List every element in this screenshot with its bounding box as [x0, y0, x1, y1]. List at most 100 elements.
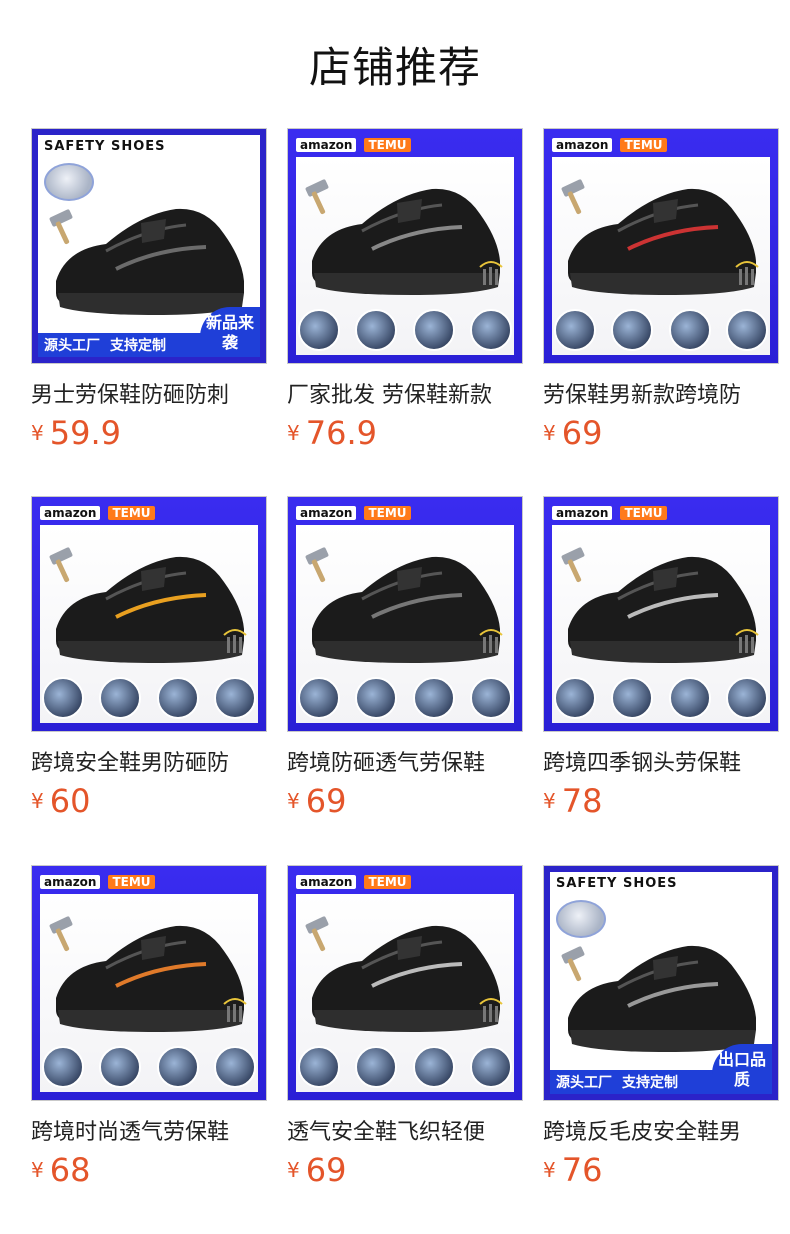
feature-circle — [355, 309, 398, 351]
factory-label: 源头工厂 — [556, 1075, 612, 1091]
brand-bar: amazon TEMU — [296, 503, 514, 523]
amazon-logo: amazon — [40, 506, 101, 520]
amazon-logo: amazon — [40, 875, 101, 889]
product-price: ¥59.9 — [31, 414, 121, 452]
price-value: 76 — [561, 1151, 603, 1189]
product-title[interactable]: 跨境时尚透气劳保鞋 — [31, 1114, 267, 1146]
product-price: ¥69 — [543, 414, 602, 452]
feature-circles — [298, 677, 512, 719]
product-price: ¥69 — [287, 782, 346, 820]
brand-bar: amazon TEMU — [296, 135, 514, 155]
feature-circle — [156, 677, 199, 719]
product-image[interactable]: amazon TEMU — [287, 865, 523, 1101]
screw-icon — [734, 257, 760, 287]
feature-circle — [99, 677, 142, 719]
temu-logo: TEMU — [620, 138, 667, 152]
product-title[interactable]: 跨境反毛皮安全鞋男 — [543, 1114, 779, 1146]
brand-bar: amazon TEMU — [40, 872, 258, 892]
product-image[interactable]: amazon TEMU — [31, 865, 267, 1101]
product-price: ¥76 — [543, 1151, 602, 1189]
screw-icon — [478, 625, 504, 655]
feature-circle — [355, 1046, 398, 1088]
feature-circle — [469, 1046, 512, 1088]
factory-label: 源头工厂 — [44, 338, 100, 354]
product-title[interactable]: 跨境安全鞋男防砸防 — [31, 745, 267, 777]
product-title[interactable]: 劳保鞋男新款跨境防 — [543, 377, 779, 409]
product-image[interactable]: amazon TEMU — [287, 496, 523, 732]
amazon-logo: amazon — [552, 506, 613, 520]
feature-circle — [99, 1046, 142, 1088]
feature-circle — [469, 309, 512, 351]
product-title[interactable]: 跨境四季钢头劳保鞋 — [543, 745, 779, 777]
feature-circle — [611, 309, 654, 351]
feature-circle — [298, 1046, 340, 1088]
feature-circle — [213, 677, 256, 719]
feature-circle — [469, 677, 512, 719]
product-title[interactable]: 男士劳保鞋防砸防刺 — [31, 377, 267, 409]
price-value: 69 — [305, 1151, 347, 1189]
shoe-image — [558, 926, 764, 1056]
feature-circle — [668, 677, 711, 719]
amazon-logo: amazon — [296, 875, 357, 889]
currency-symbol: ¥ — [287, 789, 300, 813]
product-title[interactable]: 跨境防砸透气劳保鞋 — [287, 745, 523, 777]
custom-label: 支持定制 — [110, 338, 166, 354]
feature-circle — [554, 677, 596, 719]
product-image[interactable]: amazon TEMU — [31, 496, 267, 732]
feature-circle — [412, 677, 455, 719]
product-card[interactable]: amazon TEMU 厂家批发 劳保鞋新款 ¥ 76.9 — [287, 128, 523, 452]
product-card[interactable]: amazon TEMU 透气安全鞋飞织轻便 ¥ 69 — [287, 865, 523, 1189]
product-card[interactable]: amazon TEMU 跨境防砸透气劳保鞋 ¥ 69 — [287, 496, 523, 820]
temu-logo: TEMU — [620, 506, 667, 520]
safety-label: SAFETY SHOES — [44, 139, 166, 154]
feature-circle — [412, 1046, 455, 1088]
product-image[interactable]: SAFETY SHOES 源头工厂 支持定制 出口品质 — [543, 865, 779, 1101]
screw-icon — [222, 625, 248, 655]
amazon-logo: amazon — [296, 506, 357, 520]
feature-circle — [668, 309, 711, 351]
feature-circle — [213, 1046, 256, 1088]
price-value: 78 — [561, 782, 603, 820]
product-image[interactable]: SAFETY SHOES 源头工厂 支持定制 新品来袭 — [31, 128, 267, 364]
product-title[interactable]: 厂家批发 劳保鞋新款 — [287, 377, 523, 409]
feature-circles — [42, 1046, 256, 1088]
shoe-image — [46, 189, 252, 319]
feature-circle — [355, 677, 398, 719]
brand-bar: amazon TEMU — [552, 503, 770, 523]
screw-icon — [734, 625, 760, 655]
price-value: 68 — [49, 1151, 91, 1189]
product-image[interactable]: amazon TEMU — [287, 128, 523, 364]
feature-circle — [298, 309, 340, 351]
feature-circle — [725, 309, 768, 351]
product-card[interactable]: amazon TEMU 劳保鞋男新款跨境防 ¥ 69 — [543, 128, 779, 452]
product-card[interactable]: amazon TEMU 跨境安全鞋男防砸防 ¥ 60 — [31, 496, 267, 820]
product-price: ¥60 — [31, 782, 90, 820]
corner-badge: 出口品质 — [712, 1044, 772, 1094]
product-card[interactable]: amazon TEMU 跨境时尚透气劳保鞋 ¥ 68 — [31, 865, 267, 1189]
product-card[interactable]: amazon TEMU 跨境四季钢头劳保鞋 ¥ 78 — [543, 496, 779, 820]
page-title: 店铺推荐 — [308, 43, 481, 92]
currency-symbol: ¥ — [287, 1158, 300, 1182]
product-image[interactable]: amazon TEMU — [543, 128, 779, 364]
temu-logo: TEMU — [108, 875, 155, 889]
product-price: ¥78 — [543, 782, 602, 820]
feature-circle — [42, 677, 84, 719]
corner-badge: 新品来袭 — [200, 307, 260, 357]
currency-symbol: ¥ — [543, 1158, 556, 1182]
custom-label: 支持定制 — [622, 1075, 678, 1091]
product-card[interactable]: SAFETY SHOES 源头工厂 支持定制 出口品质 跨境反毛皮安全鞋男 ¥7… — [543, 865, 779, 1189]
temu-logo: TEMU — [364, 875, 411, 889]
safety-label: SAFETY SHOES — [556, 876, 678, 891]
product-image[interactable]: amazon TEMU — [543, 496, 779, 732]
feature-circle — [725, 677, 768, 719]
product-price: ¥69 — [287, 1151, 346, 1189]
product-card[interactable]: SAFETY SHOES 源头工厂 支持定制 新品来袭 男士劳保鞋防砸防刺 ¥5… — [31, 128, 267, 452]
feature-circles — [554, 677, 768, 719]
brand-bar: amazon TEMU — [296, 872, 514, 892]
brand-bar: amazon TEMU — [40, 503, 258, 523]
feature-circles — [42, 677, 256, 719]
product-title[interactable]: 透气安全鞋飞织轻便 — [287, 1114, 523, 1146]
currency-symbol: ¥ — [31, 1158, 44, 1182]
product-price: ¥68 — [31, 1151, 90, 1189]
product-price: ¥76.9 — [287, 414, 377, 452]
